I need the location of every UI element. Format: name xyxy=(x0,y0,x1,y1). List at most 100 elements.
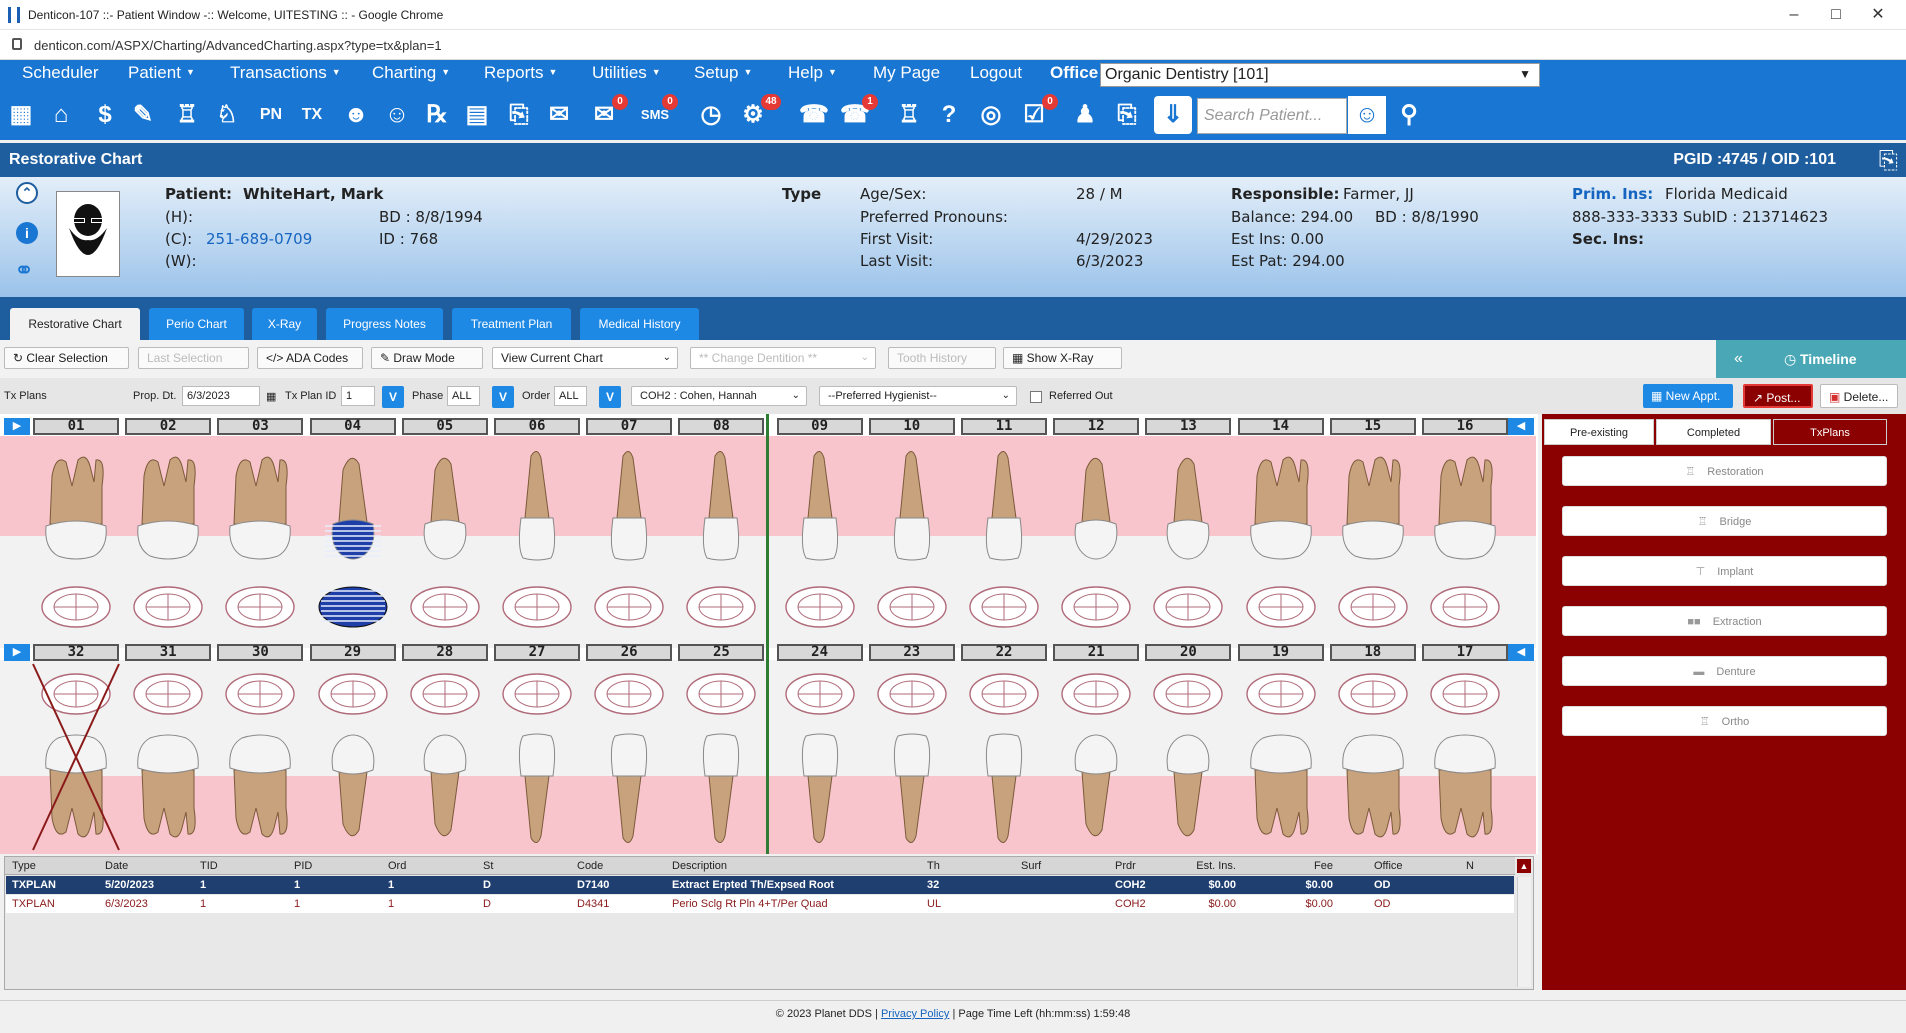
lower-tooth-22[interactable] xyxy=(964,730,1044,848)
close-icon[interactable]: ✕ xyxy=(1864,4,1892,26)
delete-button[interactable]: ▣ Delete... xyxy=(1820,384,1898,408)
upper-tooth-09[interactable] xyxy=(780,446,860,564)
lower-tooth-31[interactable] xyxy=(128,730,208,848)
tooth-number-15[interactable]: 15 xyxy=(1329,418,1416,435)
occlusal-surface-04[interactable] xyxy=(317,585,389,629)
lower-tooth-18[interactable] xyxy=(1333,730,1413,848)
tooth-number-08[interactable]: 08 xyxy=(678,418,765,435)
tab-completed[interactable]: Completed xyxy=(1656,419,1771,445)
grid-expand-icon[interactable]: ▲ xyxy=(1517,859,1531,873)
upper-tooth-05[interactable] xyxy=(405,446,485,564)
occlusal-surface-13[interactable] xyxy=(1152,585,1224,629)
tooth-number-05[interactable]: 05 xyxy=(401,418,488,435)
lower-tooth-26[interactable] xyxy=(589,730,669,848)
lower-tooth-27[interactable] xyxy=(497,730,577,848)
tooth-number-30[interactable]: 30 xyxy=(217,644,304,661)
occlusal-surface-24[interactable] xyxy=(784,672,856,716)
occlusal-surface-08[interactable] xyxy=(685,585,757,629)
grid-header-st[interactable]: St xyxy=(483,860,493,872)
maximize-icon[interactable]: □ xyxy=(1822,4,1850,26)
tooth-number-29[interactable]: 29 xyxy=(309,644,396,661)
grid-header-n[interactable]: N xyxy=(1466,860,1474,872)
tooth-number-19[interactable]: 19 xyxy=(1237,644,1324,661)
upper-tooth-14[interactable] xyxy=(1241,446,1321,564)
occlusal-surface-29[interactable] xyxy=(317,672,389,716)
ortho-button[interactable]: ♖ Ortho xyxy=(1562,706,1887,736)
occlusal-surface-01[interactable] xyxy=(40,585,112,629)
tooth-number-14[interactable]: 14 xyxy=(1237,418,1324,435)
lower-tooth-17[interactable] xyxy=(1425,730,1505,848)
grid-header-office[interactable]: Office xyxy=(1374,860,1403,872)
tooth-number-32[interactable]: 32 xyxy=(33,644,119,661)
upper-tooth-16[interactable] xyxy=(1425,446,1505,564)
upper-tooth-13[interactable] xyxy=(1148,446,1228,564)
grid-header-type[interactable]: Type xyxy=(12,860,36,872)
minimize-icon[interactable]: – xyxy=(1780,4,1808,26)
tooth-number-06[interactable]: 06 xyxy=(494,418,580,435)
grid-header-description[interactable]: Description xyxy=(672,860,727,872)
lower-tooth-28[interactable] xyxy=(405,730,485,848)
grid-scrollbar[interactable] xyxy=(1517,877,1531,987)
occlusal-surface-15[interactable] xyxy=(1337,585,1409,629)
tooth-number-21[interactable]: 21 xyxy=(1053,644,1140,661)
timeline-toggle[interactable]: « ◷ Timeline xyxy=(1716,340,1906,378)
occlusal-surface-05[interactable] xyxy=(409,585,481,629)
grid-header-ord[interactable]: Ord xyxy=(388,860,406,872)
lower-tooth-30[interactable] xyxy=(220,730,300,848)
lower-tooth-25[interactable] xyxy=(681,730,761,848)
tooth-number-23[interactable]: 23 xyxy=(868,644,955,661)
occlusal-surface-22[interactable] xyxy=(968,672,1040,716)
upper-tooth-08[interactable] xyxy=(681,446,761,564)
tooth-number-04[interactable]: 04 xyxy=(309,418,396,435)
occlusal-surface-19[interactable] xyxy=(1245,672,1317,716)
tooth-number-22[interactable]: 22 xyxy=(961,644,1047,661)
grid-header-code[interactable]: Code xyxy=(577,860,603,872)
tooth-number-13[interactable]: 13 xyxy=(1145,418,1232,435)
denture-button[interactable]: ▬ Denture xyxy=(1562,656,1887,686)
occlusal-surface-03[interactable] xyxy=(224,585,296,629)
tooth-number-24[interactable]: 24 xyxy=(776,644,863,661)
lower-tooth-29[interactable] xyxy=(313,730,393,848)
occlusal-surface-11[interactable] xyxy=(968,585,1040,629)
tab-txplans[interactable]: TxPlans xyxy=(1773,419,1887,445)
tooth-number-20[interactable]: 20 xyxy=(1145,644,1232,661)
tooth-number-31[interactable]: 31 xyxy=(125,644,212,661)
occlusal-surface-09[interactable] xyxy=(784,585,856,629)
tooth-number-16[interactable]: 16 xyxy=(1422,418,1508,435)
upper-tooth-15[interactable] xyxy=(1333,446,1413,564)
lower-tooth-20[interactable] xyxy=(1148,730,1228,848)
occlusal-surface-07[interactable] xyxy=(593,585,665,629)
upper-tooth-01[interactable] xyxy=(36,446,116,564)
occlusal-surface-02[interactable] xyxy=(132,585,204,629)
implant-button[interactable]: ⊤ Implant xyxy=(1562,556,1887,586)
table-row[interactable]: TXPLAN 5/20/2023 1 1 1 D D7140 Extract Erpted T… xyxy=(6,876,1514,894)
upper-tooth-02[interactable] xyxy=(128,446,208,564)
upper-tooth-11[interactable] xyxy=(964,446,1044,564)
occlusal-surface-10[interactable] xyxy=(876,585,948,629)
occlusal-surface-21[interactable] xyxy=(1060,672,1132,716)
upper-tooth-07[interactable] xyxy=(589,446,669,564)
grid-header-est-ins[interactable]: Est. Ins. xyxy=(1186,860,1236,872)
occlusal-surface-20[interactable] xyxy=(1152,672,1224,716)
grid-header-prdr[interactable]: Prdr xyxy=(1115,860,1136,872)
upper-tooth-10[interactable] xyxy=(872,446,952,564)
occlusal-surface-17[interactable] xyxy=(1429,672,1501,716)
tooth-number-12[interactable]: 12 xyxy=(1053,418,1140,435)
tooth-number-17[interactable]: 17 xyxy=(1422,644,1508,661)
upper-tooth-04[interactable] xyxy=(313,446,393,564)
lower-tooth-24[interactable] xyxy=(780,730,860,848)
occlusal-surface-28[interactable] xyxy=(409,672,481,716)
lower-tooth-19[interactable] xyxy=(1241,730,1321,848)
occlusal-surface-16[interactable] xyxy=(1429,585,1501,629)
table-row[interactable]: TXPLAN 6/3/2023 1 1 1 D D4341 Perio Sclg Rt Pln… xyxy=(6,895,1514,913)
tooth-number-07[interactable]: 07 xyxy=(586,418,673,435)
extraction-button[interactable]: ■■ Extraction xyxy=(1562,606,1887,636)
upper-tooth-12[interactable] xyxy=(1056,446,1136,564)
occlusal-surface-18[interactable] xyxy=(1337,672,1409,716)
tooth-number-03[interactable]: 03 xyxy=(217,418,304,435)
tooth-number-11[interactable]: 11 xyxy=(961,418,1047,435)
grid-header-th[interactable]: Th xyxy=(927,860,940,872)
occlusal-surface-14[interactable] xyxy=(1245,585,1317,629)
print-chart-icon[interactable]: ⎘ xyxy=(1879,147,1898,175)
lower-tooth-23[interactable] xyxy=(872,730,952,848)
